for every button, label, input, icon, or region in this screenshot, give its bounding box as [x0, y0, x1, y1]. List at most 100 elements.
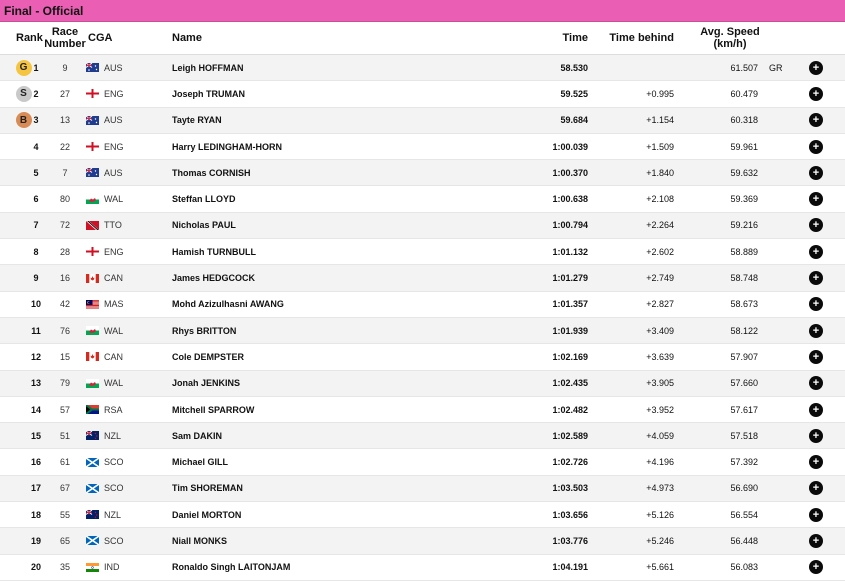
expand-row-button[interactable]: + — [809, 108, 823, 133]
plus-circle-icon[interactable]: + — [809, 349, 823, 364]
cga-cell: ENG — [104, 246, 124, 257]
plus-circle-icon[interactable]: + — [809, 244, 823, 259]
table-row[interactable]: 13 79 WAL Jonah JENKINS 1:02.435 +3.905 … — [0, 370, 845, 397]
rank-cell: 11 — [31, 325, 41, 336]
expand-row-button[interactable]: + — [809, 81, 823, 106]
time-cell: 1:01.357 — [552, 299, 588, 310]
name-cell: Mohd Azizulhasni AWANG — [172, 299, 284, 310]
plus-circle-icon[interactable]: + — [809, 165, 823, 180]
plus-circle-icon[interactable]: + — [809, 533, 823, 548]
time-cell: 1:02.435 — [552, 378, 588, 389]
expand-row-button[interactable]: + — [809, 213, 823, 238]
table-row[interactable]: 11 76 WAL Rhys BRITTON 1:01.939 +3.409 5… — [0, 317, 845, 345]
table-row[interactable]: B 3 13 AUS Tayte RYAN 59.684 +1.154 60.3… — [0, 107, 845, 134]
avg-speed-cell: 57.617 — [730, 404, 758, 415]
table-row[interactable]: 15 51 NZL Sam DAKIN 1:02.589 +4.059 57.5… — [0, 423, 845, 450]
expand-row-button[interactable]: + — [809, 265, 823, 290]
table-row[interactable]: S 2 27 ENG Joseph TRUMAN 59.525 +0.995 6… — [0, 81, 845, 108]
cga-cell: RSA — [104, 404, 123, 415]
plus-circle-icon[interactable]: + — [809, 139, 823, 154]
expand-row-button[interactable]: + — [809, 397, 823, 422]
table-row[interactable]: 4 22 ENG Harry LEDINGHAM-HORN 1:00.039 +… — [0, 133, 845, 161]
time-cell: 1:04.191 — [552, 562, 588, 573]
time-cell: 1:03.503 — [552, 483, 588, 494]
time-behind-cell: +1.154 — [646, 115, 674, 126]
expand-row-button[interactable]: + — [809, 239, 823, 264]
avg-speed-cell: 58.122 — [730, 325, 758, 336]
avg-speed-cell: 58.889 — [730, 246, 758, 257]
plus-circle-icon[interactable]: + — [809, 113, 823, 128]
table-row[interactable]: 7 72 TTO Nicholas PAUL 1:00.794 +2.264 5… — [0, 212, 845, 240]
table-row[interactable]: 17 67 SCO Tim SHOREMAN 1:03.503 +4.973 5… — [0, 475, 845, 503]
flag-nzl-icon — [86, 502, 100, 527]
expand-row-button[interactable]: + — [809, 160, 823, 185]
flag-tto-icon — [86, 213, 100, 238]
plus-circle-icon[interactable]: + — [809, 481, 823, 496]
record-cell: GR — [769, 62, 783, 73]
expand-row-button[interactable]: + — [809, 528, 823, 553]
expand-row-button[interactable]: + — [809, 292, 823, 317]
table-row[interactable]: 6 80 WAL Steffan LLOYD 1:00.638 +2.108 5… — [0, 186, 845, 213]
expand-row-button[interactable]: + — [809, 371, 823, 396]
expand-row-button[interactable]: + — [809, 502, 823, 527]
plus-circle-icon[interactable]: + — [809, 455, 823, 470]
expand-row-button[interactable]: + — [809, 186, 823, 211]
race-number-cell: 65 — [59, 535, 70, 546]
race-number-cell: 72 — [59, 220, 70, 231]
time-cell: 1:02.589 — [552, 430, 588, 441]
plus-circle-icon[interactable]: + — [809, 271, 823, 286]
table-row[interactable]: 19 65 SCO Niall MONKS 1:03.776 +5.246 56… — [0, 528, 845, 555]
time-behind-cell: +3.409 — [646, 325, 674, 336]
table-row[interactable]: 18 55 NZL Daniel MORTON 1:03.656 +5.126 … — [0, 502, 845, 529]
table-row[interactable]: 20 35 IND Ronaldo Singh LAITONJAM 1:04.1… — [0, 554, 845, 581]
name-cell: Michael GILL — [172, 457, 229, 468]
cga-cell: WAL — [104, 378, 124, 389]
name-cell: Joseph TRUMAN — [172, 88, 246, 99]
table-row[interactable]: 9 16 CAN James HEDGCOCK 1:01.279 +2.749 … — [0, 265, 845, 292]
header-cga: CGA — [88, 32, 113, 44]
table-row[interactable]: G 1 9 AUS Leigh HOFFMAN 58.530 61.507 GR… — [0, 55, 845, 82]
race-number-cell: 67 — [59, 483, 70, 494]
name-cell: Ronaldo Singh LAITONJAM — [172, 562, 291, 573]
plus-circle-icon[interactable]: + — [809, 428, 823, 443]
rank-cell: 16 — [30, 457, 41, 468]
expand-row-button[interactable]: + — [809, 555, 823, 580]
table-row[interactable]: 16 61 SCO Michael GILL 1:02.726 +4.196 5… — [0, 449, 845, 476]
expand-row-button[interactable]: + — [809, 423, 823, 448]
rank-cell: 19 — [30, 535, 41, 546]
plus-circle-icon[interactable]: + — [809, 507, 823, 522]
table-row[interactable]: 14 57 RSA Mitchell SPARROW 1:02.482 +3.9… — [0, 396, 845, 424]
cga-cell: IND — [104, 562, 120, 573]
plus-circle-icon[interactable]: + — [809, 60, 823, 75]
flag-ind-icon — [86, 555, 100, 580]
table-row[interactable]: 5 7 AUS Thomas CORNISH 1:00.370 +1.840 5… — [0, 160, 845, 187]
table-row[interactable]: 8 28 ENG Hamish TURNBULL 1:01.132 +2.602… — [0, 239, 845, 266]
time-behind-cell: +4.196 — [646, 457, 674, 468]
plus-circle-icon[interactable]: + — [809, 86, 823, 101]
plus-circle-icon[interactable]: + — [809, 402, 823, 417]
plus-circle-icon[interactable]: + — [809, 218, 823, 233]
race-number-cell: 76 — [59, 325, 70, 336]
plus-circle-icon[interactable]: + — [809, 376, 823, 391]
cga-cell: AUS — [104, 62, 123, 73]
rank-cell: 12 — [30, 351, 41, 362]
header-avg-speed: Avg. Speed (km/h) — [700, 26, 760, 50]
race-number-cell: 9 — [62, 62, 68, 73]
expand-row-button[interactable]: + — [809, 134, 823, 159]
table-row[interactable]: 12 15 CAN Cole DEMPSTER 1:02.169 +3.639 … — [0, 344, 845, 371]
rank-cell: 13 — [30, 378, 41, 389]
rank-cell: 17 — [30, 483, 41, 494]
expand-row-button[interactable]: + — [809, 344, 823, 369]
plus-circle-icon[interactable]: + — [809, 323, 823, 338]
race-number-cell: 80 — [59, 194, 70, 205]
expand-row-button[interactable]: + — [809, 318, 823, 343]
expand-row-button[interactable]: + — [809, 476, 823, 501]
plus-circle-icon[interactable]: + — [809, 192, 823, 207]
expand-row-button[interactable]: + — [809, 55, 823, 80]
table-row[interactable]: 10 42 MAS Mohd Azizulhasni AWANG 1:01.35… — [0, 291, 845, 318]
plus-circle-icon[interactable]: + — [809, 560, 823, 575]
expand-row-button[interactable]: + — [809, 449, 823, 474]
plus-circle-icon[interactable]: + — [809, 297, 823, 312]
flag-rsa-icon — [86, 397, 100, 422]
flag-can-icon — [86, 344, 100, 369]
